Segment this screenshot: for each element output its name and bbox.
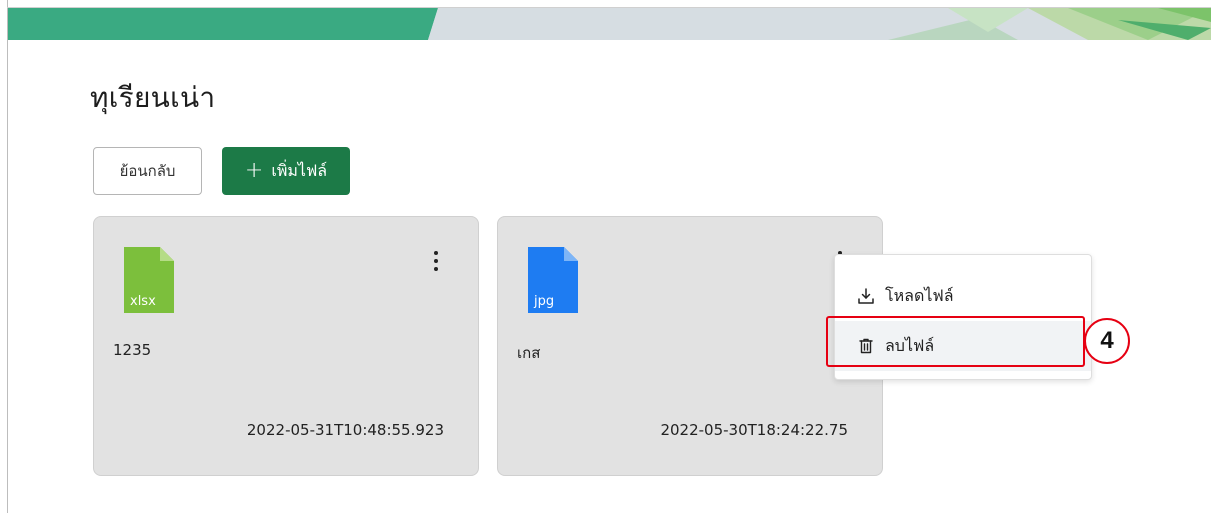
more-options-icon[interactable] xyxy=(427,247,445,275)
step-number-badge: 4 xyxy=(1084,318,1130,364)
jpg-file-icon: jpg xyxy=(528,247,578,313)
menu-item-download[interactable]: โหลดไฟล์ xyxy=(835,271,1091,321)
file-date: 2022-05-31T10:48:55.923 xyxy=(246,421,444,439)
file-name: เกส xyxy=(517,344,541,362)
file-card[interactable]: xlsx 1235 2022-05-31T10:48:55.923 xyxy=(93,216,479,476)
back-button-label: ย้อนกลับ xyxy=(119,162,176,180)
page-title: ทุเรียนเน่า xyxy=(90,81,216,114)
menu-item-label: โหลดไฟล์ xyxy=(885,285,954,305)
plus-icon: + xyxy=(244,158,264,183)
download-icon xyxy=(858,288,874,304)
xlsx-file-icon: xlsx xyxy=(124,247,174,313)
header-banner xyxy=(8,8,1211,40)
file-date: 2022-05-30T18:24:22.75 xyxy=(660,421,848,439)
add-file-button-label: เพิ่มไฟล์ xyxy=(271,160,328,180)
back-button[interactable]: ย้อนกลับ xyxy=(93,147,202,195)
add-file-button[interactable]: + เพิ่มไฟล์ xyxy=(222,147,350,195)
file-extension-label: xlsx xyxy=(130,294,156,309)
window-border-left xyxy=(7,0,8,513)
annotation-highlight-box xyxy=(826,316,1085,367)
file-extension-label: jpg xyxy=(534,294,555,309)
file-name: 1235 xyxy=(113,341,152,359)
